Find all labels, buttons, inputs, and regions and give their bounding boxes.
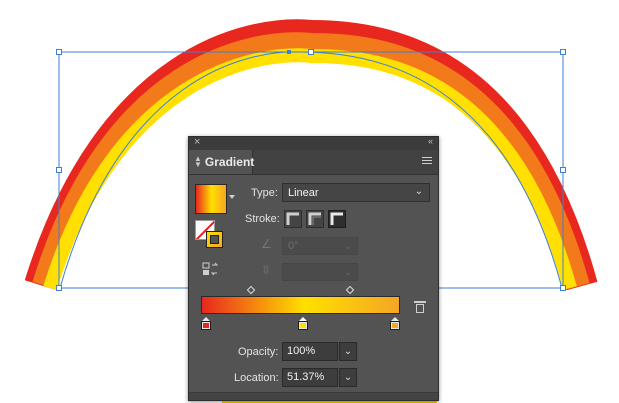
stroke-apply-across-button[interactable] — [328, 210, 346, 228]
gradient-swatch-thumbnail[interactable] — [195, 184, 227, 214]
panel-bottom-bar — [189, 392, 438, 400]
gradient-panel: × ‹‹ ▲ ▼ Gradient Type: Linear ⌄ Stroke: … — [188, 136, 439, 401]
location-label: Location: — [234, 372, 279, 384]
panel-tabbar: ▲ ▼ Gradient — [189, 150, 438, 175]
type-select-value: Linear — [288, 186, 319, 199]
gradient-stop[interactable] — [390, 317, 400, 330]
gradient-stop-selected[interactable] — [298, 317, 309, 330]
tab-expand-icon[interactable]: ▲ ▼ — [194, 155, 202, 169]
tab-gradient[interactable]: ▲ ▼ Gradient — [189, 150, 255, 174]
stroke-label: Stroke: — [245, 213, 280, 225]
gradient-slider[interactable] — [201, 296, 400, 314]
gradient-midpoint-handle[interactable] — [346, 285, 355, 295]
panel-menu-icon[interactable] — [422, 157, 432, 165]
angle-icon: ∠ — [261, 237, 272, 251]
gradient-swatch-dropdown-icon[interactable] — [229, 195, 235, 199]
opacity-label: Opacity: — [238, 346, 279, 358]
stroke-apply-along-button[interactable] — [306, 210, 324, 228]
location-input[interactable]: 51.37% — [282, 368, 338, 387]
angle-chevron-icon: ⌄ — [344, 241, 352, 251]
gradient-stop[interactable] — [201, 317, 211, 330]
chevron-down-icon: ⌄ — [414, 186, 423, 197]
anchor-point-selected[interactable] — [287, 50, 291, 54]
panel-titlebar[interactable]: × ‹‹ — [189, 136, 438, 150]
tab-gradient-label: Gradient — [204, 155, 255, 169]
type-select[interactable]: Linear ⌄ — [282, 183, 430, 202]
type-label: Type: — [251, 187, 278, 199]
close-icon[interactable]: × — [194, 136, 200, 148]
opacity-input[interactable]: 100% — [282, 342, 338, 361]
location-dropdown-icon[interactable]: ⌄ — [339, 368, 357, 387]
aspect-ratio-icon: ⇳ — [261, 263, 272, 277]
collapse-icon[interactable]: ‹‹ — [428, 136, 433, 146]
angle-value: 0° — [288, 240, 299, 252]
angle-field: 0° ⌄ — [282, 237, 358, 255]
fill-stroke-toggle[interactable] — [195, 220, 227, 250]
aspect-ratio-field: ⌄ — [282, 263, 358, 281]
gradient-midpoint-handle[interactable] — [246, 285, 255, 295]
stroke-gradient-icon[interactable] — [206, 231, 223, 248]
trash-icon[interactable] — [414, 301, 426, 313]
reverse-gradient-icon[interactable] — [202, 262, 220, 276]
opacity-dropdown-icon[interactable]: ⌄ — [339, 342, 357, 361]
stroke-apply-within-button[interactable] — [284, 210, 302, 228]
aspect-chevron-icon: ⌄ — [344, 267, 352, 277]
